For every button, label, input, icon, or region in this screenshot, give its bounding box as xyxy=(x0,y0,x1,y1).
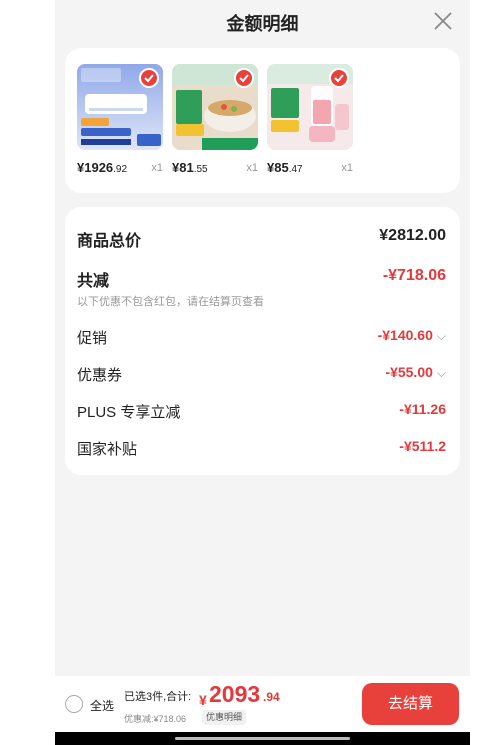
goods-total-value: ¥2812.00 xyxy=(379,227,446,244)
goods-total-label: 商品总价 xyxy=(77,233,142,250)
discount-row-promotion[interactable]: 促销 -¥140.60 ⌵ xyxy=(77,327,446,349)
discount-label: 促销 xyxy=(77,330,108,347)
amount-detail-sheet: 金额明细 ¥1926.92 x1 ¥81.55 x1 ¥85.47 x1 商品总… xyxy=(55,0,470,745)
discount-value: -¥511.2 xyxy=(399,438,446,454)
sheet-title: 金额明细 xyxy=(226,14,299,34)
total-amount: 2093 xyxy=(209,681,261,707)
product-list-card: ¥1926.92 x1 ¥81.55 x1 ¥85.47 x1 xyxy=(65,48,460,193)
product-price: ¥85.47 xyxy=(267,160,303,175)
discount-label: PLUS 专享立减 xyxy=(77,404,181,421)
home-indicator[interactable] xyxy=(175,737,350,740)
discount-row-subsidy: 国家补贴 -¥511.2 xyxy=(77,438,446,460)
product-price: ¥81.55 xyxy=(172,160,208,175)
total-discount-row: 共减 -¥718.06 xyxy=(77,267,446,290)
total-discount-label: 共减 xyxy=(77,273,110,290)
discount-row-coupon[interactable]: 优惠券 -¥55.00 ⌵ xyxy=(77,364,446,386)
product-image-hot-pot[interactable] xyxy=(172,64,258,150)
product-item-blender[interactable]: ¥85.47 x1 xyxy=(267,64,353,175)
product-quantity: x1 xyxy=(341,162,353,174)
discount-label: 优惠券 xyxy=(77,367,123,384)
chevron-down-icon[interactable]: ⌵ xyxy=(437,366,446,381)
product-item-hot-pot[interactable]: ¥81.55 x1 xyxy=(172,64,258,175)
product-image-air-conditioner[interactable] xyxy=(77,64,163,150)
goods-total-row: 商品总价 ¥2812.00 xyxy=(77,227,446,250)
discount-value: -¥11.26 xyxy=(399,401,446,417)
checkout-button[interactable]: 去结算 xyxy=(362,683,459,725)
checkout-bar: 全选 已选3件,合计: ¥ 2093 .94 优惠减:¥718.06 优惠明细 … xyxy=(55,676,470,732)
product-item-air-conditioner[interactable]: ¥1926.92 x1 xyxy=(77,64,163,175)
discount-detail-button[interactable]: 优惠明细 xyxy=(202,710,247,725)
selected-check-icon[interactable] xyxy=(329,68,349,88)
total-amount-decimal: .94 xyxy=(263,690,280,704)
price-breakdown-card: 商品总价 ¥2812.00 共减 -¥718.06 以下优惠不包含红包，请在结算… xyxy=(65,207,460,475)
total-currency: ¥ xyxy=(199,692,207,708)
product-quantity: x1 xyxy=(246,162,258,174)
selected-summary: 已选3件,合计: xyxy=(124,691,192,703)
discount-row-plus: PLUS 专享立减 -¥11.26 xyxy=(77,401,446,423)
discount-label: 国家补贴 xyxy=(77,441,138,458)
total-discount-value: -¥718.06 xyxy=(382,267,446,284)
selected-check-icon[interactable] xyxy=(234,68,254,88)
selected-check-icon[interactable] xyxy=(139,68,159,88)
close-icon[interactable] xyxy=(432,10,454,32)
discount-summary: 优惠减:¥718.06 xyxy=(124,714,187,724)
discount-note: 以下优惠不包含红包，请在结算页查看 xyxy=(77,296,264,308)
discount-value: -¥140.60 xyxy=(377,327,433,343)
product-quantity: x1 xyxy=(151,162,163,174)
chevron-down-icon[interactable]: ⌵ xyxy=(437,329,446,344)
sheet-header: 金额明细 xyxy=(55,0,470,44)
product-image-blender[interactable] xyxy=(267,64,353,150)
discount-value: -¥55.00 xyxy=(385,364,433,380)
product-price: ¥1926.92 xyxy=(77,160,128,175)
select-all-label[interactable]: 全选 xyxy=(90,697,114,714)
select-all-radio[interactable] xyxy=(65,695,83,713)
